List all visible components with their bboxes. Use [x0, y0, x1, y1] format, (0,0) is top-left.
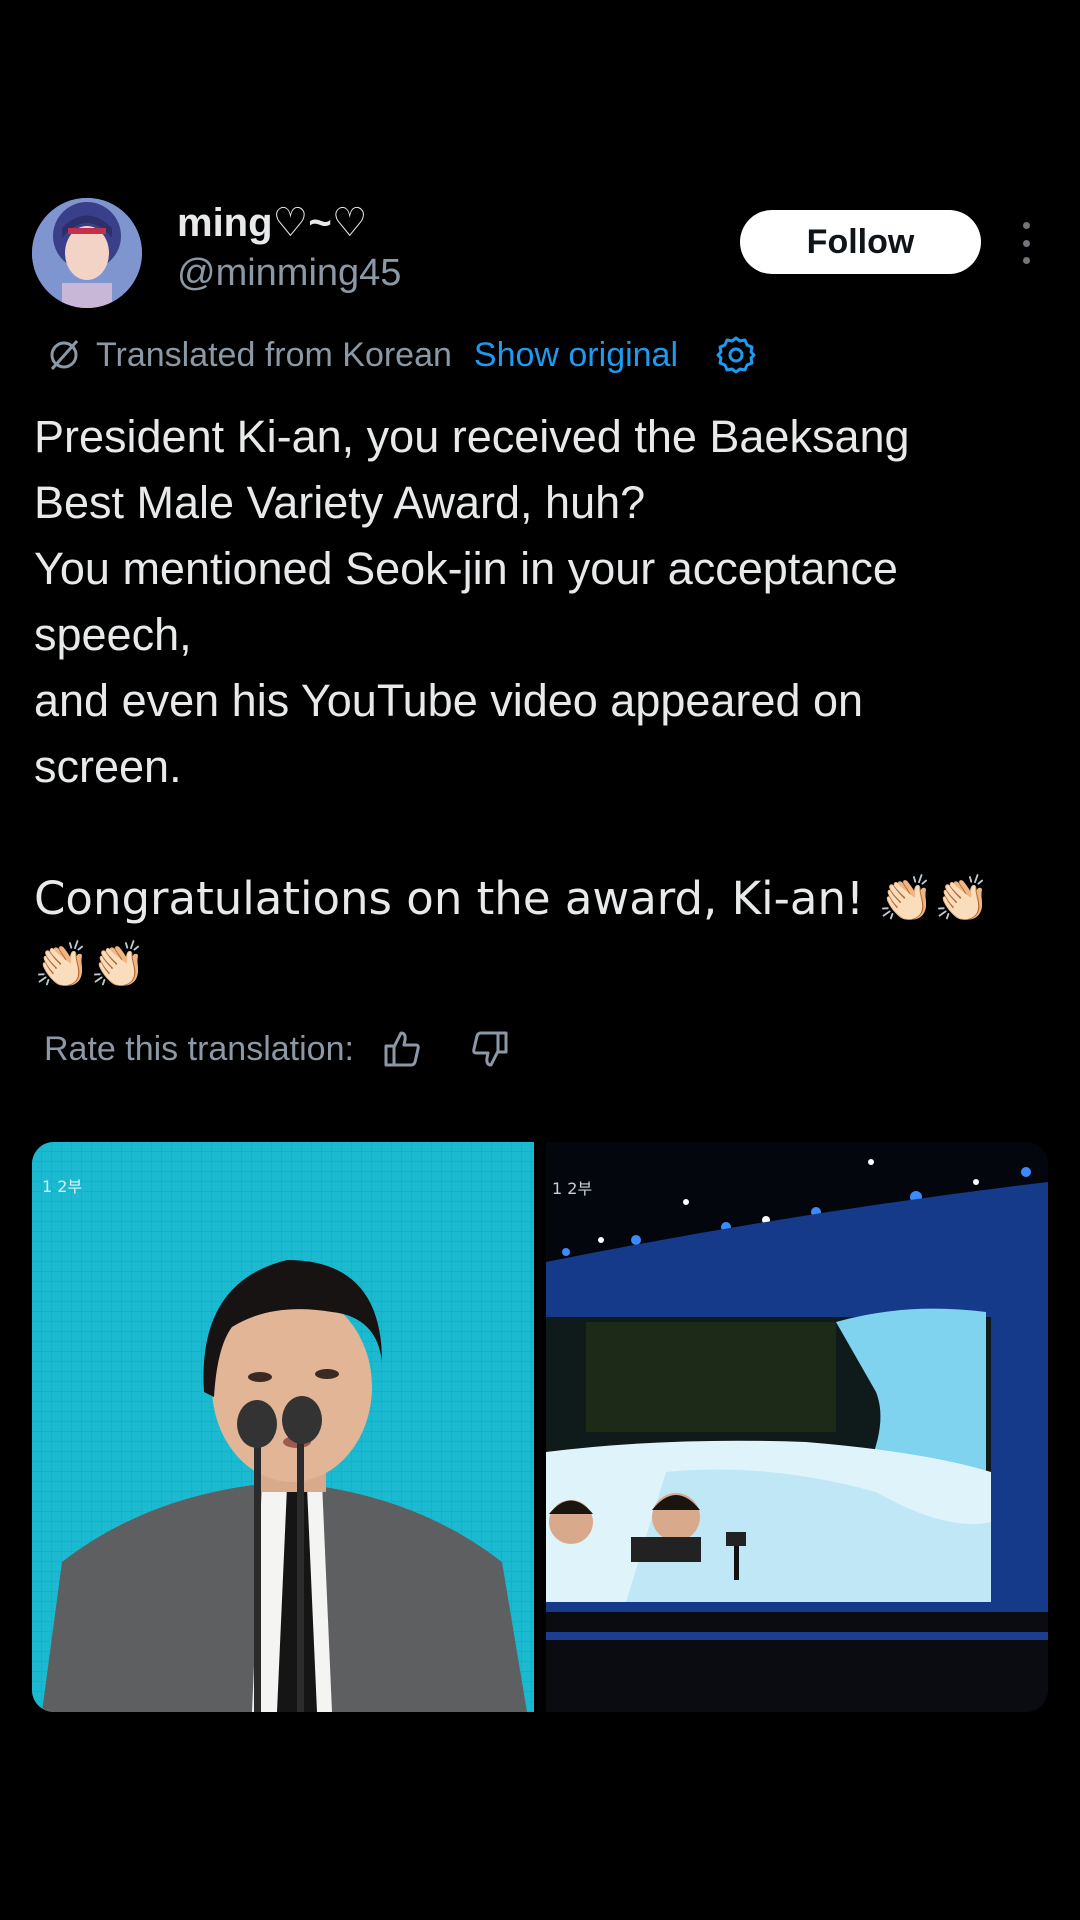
stage-photo: 1 2부 [546, 1142, 1048, 1712]
media-divider [534, 1142, 546, 1712]
gear-icon[interactable] [714, 333, 758, 377]
author-handle[interactable]: @minming45 [177, 252, 401, 295]
more-dots-icon [1022, 222, 1030, 229]
translated-from-label: Translated from Korean [96, 335, 452, 374]
tweet-text-line: speech, [34, 609, 192, 660]
broadcast-overlay: 1 2부 [42, 1177, 82, 1196]
tweet-text-line: and even his YouTube video appeared on [34, 675, 864, 726]
media-grid: 1 2부 1 2부 [32, 1142, 1048, 1712]
tweet-text-line: screen. [34, 741, 182, 792]
more-dots-icon [1022, 239, 1030, 247]
show-original-link[interactable]: Show original [474, 336, 678, 375]
follow-button[interactable]: Follow [740, 210, 981, 274]
tweet-text-line: Congratulations on the award, Ki-an! 👏🏻👏… [34, 872, 991, 925]
broadcast-overlay: 1 2부 [552, 1179, 592, 1198]
avatar[interactable] [32, 198, 142, 308]
translation-bar: Translated from Korean Show original [44, 333, 758, 377]
rate-translation-bar: Rate this translation: [44, 1024, 512, 1074]
more-dots-icon [1022, 257, 1030, 264]
speech-photo: 1 2부 [32, 1142, 534, 1712]
rate-translation-label: Rate this translation: [44, 1029, 354, 1068]
tweet-text-line: 👏🏻👏🏻 [34, 938, 147, 991]
tweet-text: President Ki-an, you received the Baeksa… [34, 404, 1054, 998]
media-image-speech[interactable]: 1 2부 [32, 1142, 534, 1712]
thumbs-down-icon[interactable] [468, 1027, 512, 1071]
thumbs-up-icon[interactable] [380, 1027, 424, 1071]
more-options-button[interactable] [1010, 218, 1042, 268]
tweet-text-line: President Ki-an, you received the Baeksa… [34, 411, 910, 462]
tweet-text-line: Best Male Variety Award, huh? [34, 477, 646, 528]
tweet-text-line: You mentioned Seok-jin in your acceptanc… [34, 543, 898, 594]
tweet-post: ming♡~♡ @minming45 Follow Translated fro… [0, 0, 1080, 1920]
author-display-name[interactable]: ming♡~♡ [177, 200, 368, 246]
translate-icon [50, 340, 79, 370]
avatar-image [32, 198, 142, 308]
media-image-stage[interactable]: 1 2부 [546, 1142, 1048, 1712]
